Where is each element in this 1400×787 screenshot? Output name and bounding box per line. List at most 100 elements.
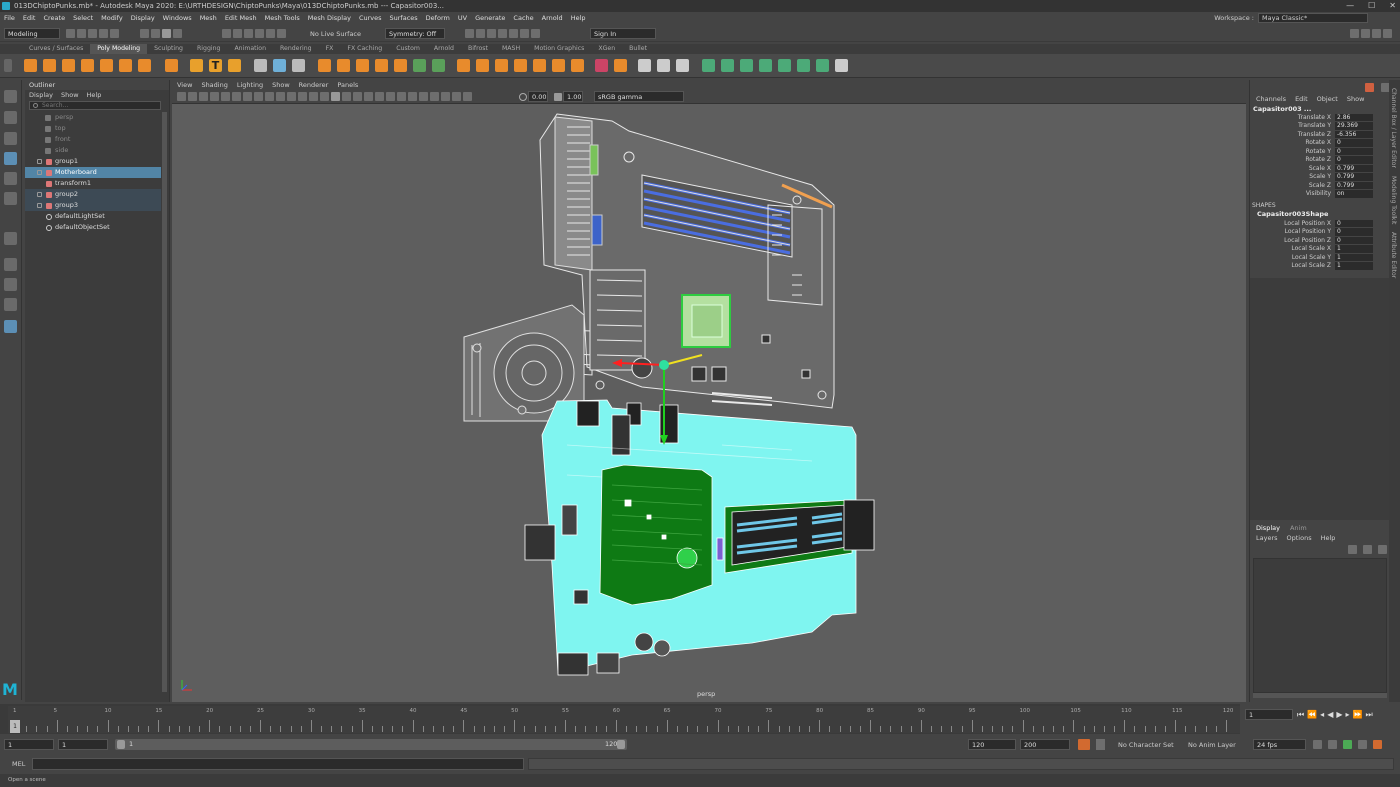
menu-item-mesh-tools[interactable]: Mesh Tools (265, 12, 300, 24)
undo-icon[interactable] (99, 29, 108, 38)
render-frame-icon[interactable] (465, 29, 474, 38)
channel-attribute-value[interactable]: 0.799 (1335, 181, 1373, 189)
pause-viewport-icon[interactable] (531, 29, 540, 38)
bridge-icon[interactable] (356, 59, 369, 72)
multi-cut-icon[interactable] (457, 59, 470, 72)
snap-live-icon[interactable] (277, 29, 286, 38)
2d-pan-zoom-icon[interactable] (221, 92, 230, 101)
bookmarks-icon[interactable] (199, 92, 208, 101)
expand-icon[interactable] (37, 159, 42, 164)
viewport-menu-renderer[interactable]: Renderer (299, 80, 329, 90)
channel-attribute-row[interactable]: Local Position Z 0 (1250, 236, 1373, 245)
grid-icon[interactable] (243, 92, 252, 101)
channel-attribute-row[interactable]: Scale X 0.799 (1250, 164, 1373, 173)
step-back-frame-icon[interactable]: ◂ (1320, 710, 1324, 720)
shelf-tab-mash[interactable]: MASH (495, 44, 527, 54)
select-by-type-icon[interactable] (173, 29, 182, 38)
select-camera-icon[interactable] (177, 92, 186, 101)
save-scene-icon[interactable] (88, 29, 97, 38)
target-weld-icon[interactable] (476, 59, 489, 72)
channel-box-icon[interactable] (1383, 29, 1392, 38)
outliner-search[interactable]: Search... (29, 101, 161, 110)
menu-item-create[interactable]: Create (43, 12, 65, 24)
svg-tool-icon[interactable] (228, 59, 241, 72)
uv-editor-icon[interactable] (657, 59, 670, 72)
safe-action-icon[interactable] (298, 92, 307, 101)
depth-of-field-icon[interactable] (419, 92, 428, 101)
side-tab-2[interactable]: Attribute Editor (1390, 232, 1397, 278)
type-tool-icon[interactable]: T (209, 59, 222, 72)
colorspace-dropdown[interactable]: sRGB gamma (594, 91, 684, 102)
textured-icon[interactable] (353, 92, 362, 101)
menu-item-modify[interactable]: Modify (101, 12, 123, 24)
end-time-field[interactable]: 200 (1020, 739, 1070, 750)
poly-sphere-icon[interactable] (24, 59, 37, 72)
step-forward-key-icon[interactable]: ⏩ (1353, 710, 1363, 720)
lattice-icon[interactable] (702, 59, 715, 72)
menu-item-generate[interactable]: Generate (475, 12, 505, 24)
channel-attribute-value[interactable]: 0 (1335, 147, 1373, 155)
current-time-marker[interactable]: 1 (10, 720, 20, 733)
auto-key-icon[interactable] (1078, 739, 1090, 750)
layer-list[interactable] (1253, 558, 1387, 693)
shelf-menu-icon[interactable] (4, 59, 12, 72)
menu-item-arnold[interactable]: Arnold (542, 12, 563, 24)
outliner-item[interactable]: persp (25, 112, 161, 123)
shelf-tab-curves-surfaces[interactable]: Curves / Surfaces (22, 44, 90, 54)
settings-icon[interactable] (1373, 740, 1382, 749)
outliner-item[interactable]: side (25, 145, 161, 156)
connect-icon[interactable] (495, 59, 508, 72)
motion-blur-icon[interactable] (397, 92, 406, 101)
shelf-tab-sculpting[interactable]: Sculpting (147, 44, 190, 54)
image-plane-icon[interactable] (210, 92, 219, 101)
new-empty-layer-icon[interactable] (1378, 545, 1387, 554)
shelf-tab-poly-modeling[interactable]: Poly Modeling (90, 44, 148, 54)
xray-icon[interactable] (441, 92, 450, 101)
new-scene-icon[interactable] (66, 29, 75, 38)
delete-edge-icon[interactable] (595, 59, 608, 72)
mel-label[interactable]: MEL (12, 760, 25, 768)
shelf-tab-rendering[interactable]: Rendering (273, 44, 319, 54)
shadows-icon[interactable] (375, 92, 384, 101)
viewport-menu-shading[interactable]: Shading (201, 80, 227, 90)
poly-cone-icon[interactable] (81, 59, 94, 72)
range-slider[interactable]: 1 120 (115, 739, 627, 750)
snap-surface-icon[interactable] (266, 29, 275, 38)
live-surface-label[interactable]: No Live Surface (310, 30, 361, 38)
wireframe-icon[interactable] (320, 92, 329, 101)
isolate-select-icon[interactable] (430, 92, 439, 101)
bevel-icon[interactable] (394, 59, 407, 72)
outliner-menu-display[interactable]: Display (29, 90, 53, 100)
outliner-item[interactable]: defaultObjectSet (25, 222, 161, 233)
outliner-item[interactable]: defaultLightSet (25, 211, 161, 222)
persp-outliner-icon[interactable] (4, 298, 17, 311)
screen-space-ao-icon[interactable] (386, 92, 395, 101)
ipr-render-icon[interactable] (476, 29, 485, 38)
edge-loop-icon[interactable] (533, 59, 546, 72)
quad-draw-icon[interactable] (514, 59, 527, 72)
exposure-field[interactable]: 0.00 (528, 91, 548, 102)
automatic-uv-icon[interactable] (638, 59, 651, 72)
multisample-aa-icon[interactable] (408, 92, 417, 101)
gate-mask-icon[interactable] (276, 92, 285, 101)
smooth-shade-icon[interactable] (331, 92, 340, 101)
sound-icon[interactable] (1328, 740, 1337, 749)
resolution-gate-icon[interactable] (265, 92, 274, 101)
shelf-tab-custom[interactable]: Custom (389, 44, 427, 54)
layer-menu-options[interactable]: Options (1287, 533, 1312, 543)
range-start-handle[interactable] (117, 740, 125, 749)
blend-shape-icon[interactable] (797, 59, 810, 72)
workspace-dropdown[interactable]: Maya Classic* (1258, 13, 1368, 23)
channel-attribute-value[interactable]: 0 (1335, 219, 1373, 227)
menu-item-curves[interactable]: Curves (359, 12, 382, 24)
command-input[interactable] (32, 758, 524, 770)
component-mode-icon[interactable] (162, 29, 171, 38)
time-slider-track[interactable]: 1 5 10 15 20 25 30 35 40 45 50 55 60 65 70 75 80 85 90 95 10… (8, 706, 1240, 733)
poly-disc-icon[interactable] (138, 59, 151, 72)
menu-item-edit-mesh[interactable]: Edit Mesh (225, 12, 257, 24)
expand-icon[interactable] (37, 192, 42, 197)
shelf-tab-bullet[interactable]: Bullet (622, 44, 654, 54)
channel-menu-object[interactable]: Object (1317, 94, 1338, 104)
snap-curve-icon[interactable] (233, 29, 242, 38)
channel-attribute-value[interactable]: 0 (1335, 228, 1373, 236)
